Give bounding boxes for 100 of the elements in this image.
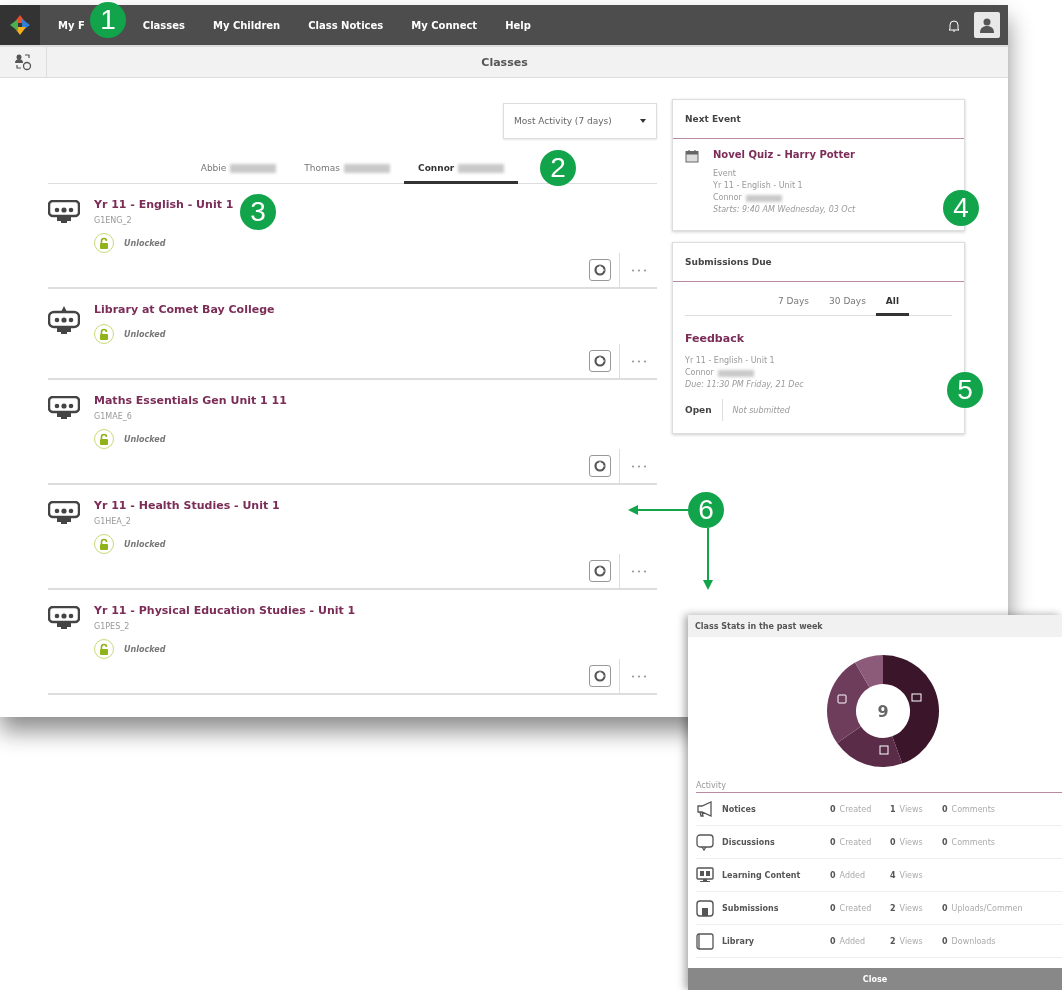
stats-button[interactable] [589, 455, 611, 477]
stats-button[interactable] [589, 665, 611, 687]
nav-link[interactable]: Class Notices [294, 19, 398, 31]
speech-bubble-icon [696, 833, 714, 851]
due-date: Due: 11:30 PM Friday, 21 Dec [685, 379, 805, 391]
activity-stat: 0 Views [890, 837, 924, 847]
pie-chart-icon [594, 460, 606, 472]
pie-chart-icon [594, 565, 606, 577]
person-arrows-icon[interactable] [14, 53, 32, 71]
callout-arrow [628, 505, 689, 515]
activity-stat: 0 Created [830, 804, 873, 814]
activity-stat: 0 Added [830, 870, 867, 880]
stats-button[interactable] [589, 350, 611, 372]
people-board-icon [48, 396, 80, 420]
lock-status: Unlocked [124, 644, 166, 654]
event-type: Event [713, 168, 737, 180]
people-board-icon [48, 606, 80, 630]
class-code: G1ENG_2 [94, 216, 133, 225]
lock-status: Unlocked [124, 329, 166, 339]
class-code: G1MAE_6 [94, 412, 133, 421]
activity-stat: 0 Created [830, 903, 873, 913]
activity-stat: 1 Views [890, 804, 924, 814]
activity-name: Notices [722, 804, 757, 814]
bell-icon[interactable] [948, 18, 960, 32]
logo-icon[interactable] [9, 14, 31, 36]
class-title-link[interactable]: Maths Essentials Gen Unit 1 11 [94, 394, 657, 407]
activity-name: Library [722, 936, 756, 946]
pie-chart-icon [594, 670, 606, 682]
student-name: Connor [713, 192, 742, 204]
people-board-icon [48, 501, 80, 525]
activity-stat: 0 Downloads [942, 936, 997, 946]
more-icon [630, 674, 647, 678]
activity-stat: 2 Views [890, 903, 924, 913]
lock-status: Unlocked [124, 539, 166, 549]
blurred-surname [230, 163, 277, 173]
event-start: Starts: 9:40 AM Wednesday, 03 Oct [713, 204, 857, 216]
total-count: 9 [877, 701, 889, 721]
sort-dropdown[interactable]: Most Activity (7 days) [503, 103, 657, 139]
activity-stat: 0 Comments [942, 804, 996, 814]
activity-name: Discussions [722, 837, 776, 847]
nav-link[interactable]: My Connect [397, 19, 492, 31]
submission-title-link[interactable]: Feedback [685, 332, 952, 345]
nav-link[interactable]: My F [44, 19, 89, 31]
blurred-surname [745, 194, 782, 202]
megaphone-icon [696, 801, 714, 817]
submission-note: Not submitted [731, 405, 790, 415]
card-heading: Submissions Due [673, 243, 964, 282]
more-icon [630, 569, 647, 573]
activity-stat: 2 Views [890, 936, 924, 946]
lock-status: Unlocked [124, 434, 166, 444]
more-icon [630, 268, 647, 272]
profile-button[interactable] [974, 12, 1000, 38]
blurred-surname [717, 369, 754, 377]
nav-link[interactable]: My Children [198, 19, 295, 31]
calendar-icon [685, 149, 699, 163]
range-tab[interactable]: 7 Days [768, 292, 820, 316]
event-title-link[interactable]: Novel Quiz - Harry Potter [713, 149, 952, 160]
lock-status: Unlocked [124, 238, 166, 248]
caret-icon [640, 119, 646, 123]
child-tab[interactable]: Thomas [290, 155, 405, 184]
pie-chart-icon [594, 355, 606, 367]
person-icon [980, 17, 994, 33]
people-board-icon [48, 200, 80, 224]
people-board-icon [48, 305, 80, 335]
submission-class: Yr 11 - English - Unit 1 [685, 355, 776, 367]
more-icon [630, 464, 647, 468]
range-tab[interactable]: All [875, 292, 909, 316]
class-title-link[interactable]: Yr 11 - Physical Education Studies - Unit 1 [94, 604, 657, 617]
more-icon [630, 359, 647, 363]
range-tab[interactable]: 30 Days [819, 292, 876, 316]
blurred-surname [344, 163, 391, 173]
class-title-link[interactable]: Library at Comet Bay College [94, 303, 657, 316]
activity-name: Learning Content [722, 870, 802, 880]
stats-button[interactable] [589, 259, 611, 281]
child-tab[interactable]: Abbie [186, 155, 291, 184]
callout-arrow [703, 527, 713, 590]
close-button[interactable]: Close [688, 968, 1062, 990]
pie-chart-icon [594, 264, 606, 276]
child-tab[interactable]: Connor [404, 155, 519, 184]
card-heading: Next Event [673, 100, 964, 139]
nav-link[interactable]: Classes [128, 19, 199, 31]
upload-box-icon [696, 899, 714, 917]
activity-stat: 0 Created [830, 837, 873, 847]
activity-stat: 4 Views [890, 870, 924, 880]
section-label: Activity [696, 781, 1062, 793]
class-code: G1PES_2 [94, 622, 131, 631]
event-class: Yr 11 - English - Unit 1 [713, 180, 804, 192]
student-name: Connor [685, 367, 714, 379]
activity-stat: 0 Comments [942, 837, 996, 847]
stats-button[interactable] [589, 560, 611, 582]
page-title: Classes [480, 55, 529, 69]
nav-link[interactable]: Help [491, 19, 545, 31]
class-code: G1HEA_2 [94, 517, 132, 526]
submission-status: Open [685, 399, 723, 421]
class-title-link[interactable]: Yr 11 - Health Studies - Unit 1 [94, 499, 657, 512]
activity-stat: 0 Added [830, 936, 867, 946]
folder-icon [696, 932, 714, 950]
blurred-surname [458, 163, 505, 173]
activity-stat: 0 Uploads/Commen [942, 903, 1024, 913]
activity-name: Submissions [722, 903, 780, 913]
